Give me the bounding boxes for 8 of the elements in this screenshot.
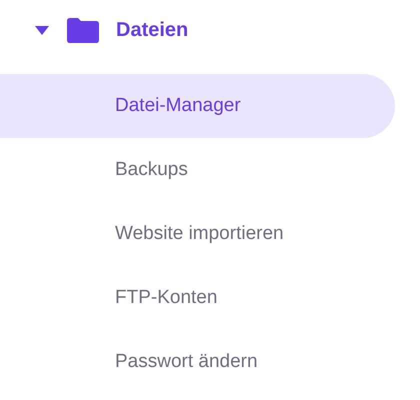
menu-item[interactable]: Website importieren [0, 202, 395, 266]
folder-icon [67, 18, 99, 42]
menu-item[interactable]: Backups [0, 138, 395, 202]
menu-item[interactable]: Passwort ändern [0, 330, 395, 394]
menu-item[interactable]: FTP-Konten [0, 266, 395, 330]
caret-icon[interactable] [35, 26, 49, 34]
menu-item[interactable]: Datei-Manager [0, 74, 395, 138]
section-title[interactable]: Dateien [116, 18, 188, 42]
